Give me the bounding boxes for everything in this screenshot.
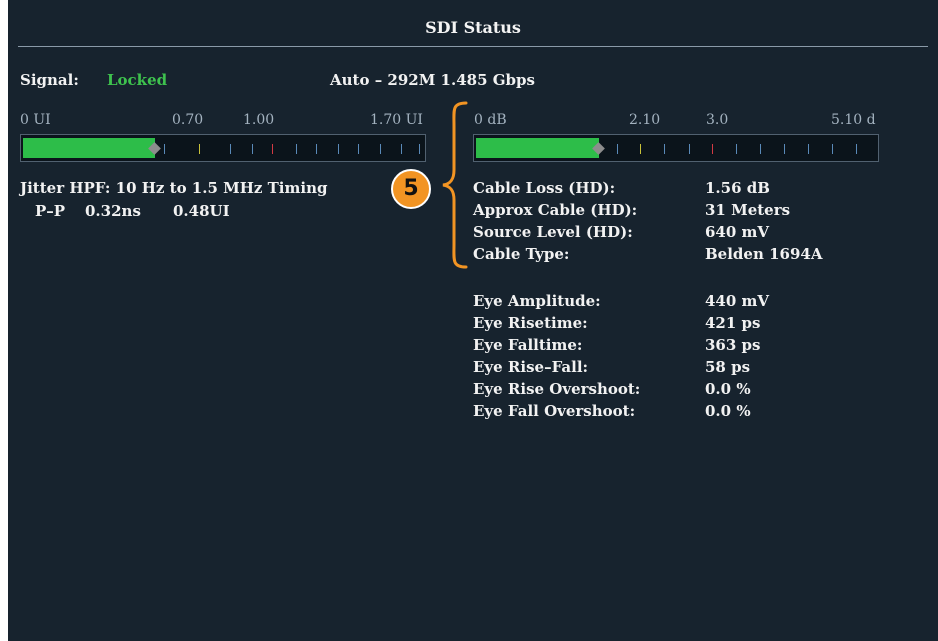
jitter-meter-bar [20,134,426,162]
cable-row-value: 640 mV [705,223,770,241]
page-title: SDI Status [425,18,521,37]
jitter-meter-tick [380,144,381,154]
eye-row: Eye Fall Overshoot: 0.0 % [473,402,893,424]
signal-status: Locked [107,71,168,89]
eye-row-value: 0.0 % [705,402,751,420]
sdi-status-screen: SDI Status Signal: Locked Auto – 292M 1.… [8,0,938,641]
eye-row-value: 0.0 % [705,380,751,398]
cable-row-label: Cable Type: [473,245,570,263]
eye-row-value: 58 ps [705,358,751,376]
cable-row-label: Approx Cable (HD): [473,201,638,219]
eye-row: Eye Amplitude: 440 mV [473,292,893,314]
cable-meter-tick [736,144,737,154]
jitter-scale-label-0: 0 UI [20,112,51,128]
cable-meter-tick [832,144,833,154]
cable-meter-tick [784,144,785,154]
cable-meter-tick [856,144,857,154]
cable-loss-meter-bar [473,134,879,162]
cable-meter-tick [664,144,665,154]
signal-format: Auto – 292M 1.485 Gbps [330,71,535,89]
cable-meter-threshold-tick [640,144,641,154]
eye-row-label: Eye Rise Overshoot: [473,380,641,398]
eye-row: Eye Risetime: 421 ps [473,314,893,336]
cable-meter-tick [760,144,761,154]
cable-row: Approx Cable (HD): 31 Meters [473,201,893,223]
eye-row-value: 421 ps [705,314,761,332]
cable-scale-label-2: 3.0 [706,112,729,128]
jitter-meter-tick [164,144,165,154]
cable-scale-label-3: 5.10 d [831,112,876,128]
jitter-scale-label-2: 1.00 [243,112,275,128]
jitter-meter-tick [230,144,231,154]
jitter-pp-label: P–P [35,202,66,220]
eye-row: Eye Rise Overshoot: 0.0 % [473,380,893,402]
eye-row: Eye Falltime: 363 ps [473,336,893,358]
eye-row: Eye Rise–Fall: 58 ps [473,358,893,380]
jitter-meter-tick [338,144,339,154]
jitter-heading: Jitter HPF: 10 Hz to 1.5 MHz Timing [20,179,328,197]
signal-label: Signal: [20,71,79,89]
eye-row-label: Eye Fall Overshoot: [473,402,636,420]
cable-row-value: 31 Meters [705,201,791,219]
jitter-meter-tick [401,144,402,154]
cable-meter-tick [808,144,809,154]
jitter-meter-tick [419,144,420,154]
jitter-meter-threshold-tick [199,144,200,154]
eye-row-label: Eye Amplitude: [473,292,601,310]
eye-row-label: Eye Falltime: [473,336,583,354]
cable-row: Source Level (HD): 640 mV [473,223,893,245]
title-divider [18,46,928,47]
cable-loss-meter-fill [476,138,599,158]
jitter-pp-ns: 0.32ns [85,202,141,220]
cable-row-label: Cable Loss (HD): [473,179,616,197]
jitter-meter-tick [296,144,297,154]
cable-row-value: 1.56 dB [705,179,770,197]
jitter-meter-tick [316,144,317,154]
jitter-scale-label-3: 1.70 UI [370,112,423,128]
callout-badge: 5 [391,169,431,209]
jitter-pp-ui: 0.48UI [173,202,230,220]
eye-row-label: Eye Rise–Fall: [473,358,589,376]
cable-row: Cable Loss (HD): 1.56 dB [473,179,893,201]
jitter-meter-limit-tick [272,144,273,154]
jitter-meter-fill [23,138,155,158]
eye-row-label: Eye Risetime: [473,314,588,332]
orange-brace-icon [442,101,468,269]
jitter-meter-tick [358,144,359,154]
cable-row: Cable Type: Belden 1694A [473,245,893,267]
cable-row-value: Belden 1694A [705,245,823,263]
jitter-meter-tick [252,144,253,154]
cable-meter-tick [689,144,690,154]
cable-scale-label-1: 2.10 [629,112,661,128]
jitter-scale-label-1: 0.70 [172,112,204,128]
cable-scale-label-0: 0 dB [474,112,507,128]
cable-meter-tick [617,144,618,154]
eye-row-value: 440 mV [705,292,770,310]
cable-row-label: Source Level (HD): [473,223,633,241]
cable-meter-limit-tick [712,144,713,154]
eye-row-value: 363 ps [705,336,761,354]
